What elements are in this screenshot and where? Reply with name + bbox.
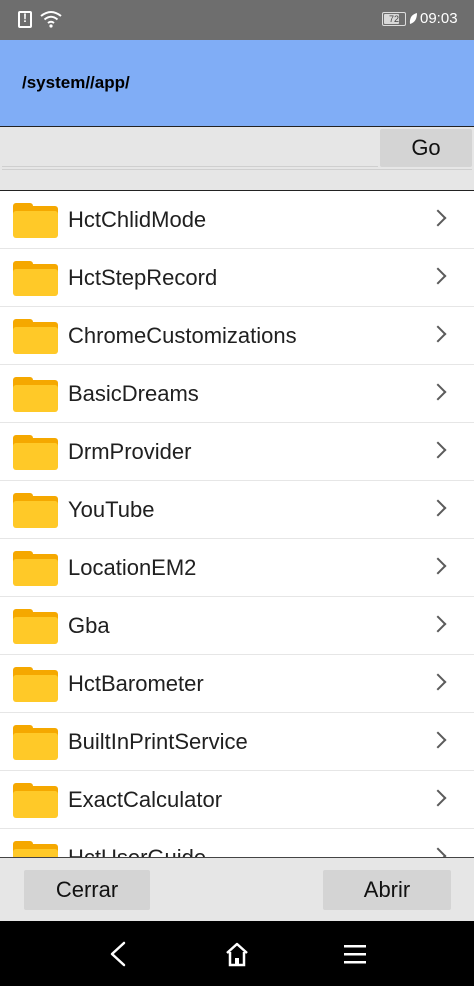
menu-icon[interactable]: [343, 943, 367, 965]
action-bar: Cerrar Abrir: [0, 857, 474, 921]
folder-icon: [13, 203, 58, 238]
list-item[interactable]: YouTube: [0, 481, 474, 539]
sim-alert-icon: [18, 11, 32, 28]
list-item[interactable]: Gba: [0, 597, 474, 655]
list-item[interactable]: BuiltInPrintService: [0, 713, 474, 771]
chevron-right-icon: [429, 673, 447, 691]
list-item[interactable]: ExactCalculator: [0, 771, 474, 829]
chevron-right-icon: [429, 209, 447, 227]
clock: 09:03: [420, 10, 458, 27]
back-icon[interactable]: [106, 941, 130, 967]
open-button[interactable]: Abrir: [323, 870, 451, 910]
close-button[interactable]: Cerrar: [24, 870, 150, 910]
current-path: /system//app/: [22, 73, 130, 92]
list-item[interactable]: HctStepRecord: [0, 249, 474, 307]
folder-icon: [13, 551, 58, 586]
list-item[interactable]: DrmProvider: [0, 423, 474, 481]
wifi-icon: [40, 11, 62, 28]
list-item[interactable]: HctBarometer: [0, 655, 474, 713]
chevron-right-icon: [429, 441, 447, 459]
list-item[interactable]: LocationEM2: [0, 539, 474, 597]
navigation-bar: [0, 921, 474, 986]
list-item-label: DrmProvider: [68, 439, 192, 464]
chevron-right-icon: [429, 557, 447, 575]
folder-icon: [13, 377, 58, 412]
list-item-label: HctChlidMode: [68, 207, 207, 232]
chevron-right-icon: [429, 789, 447, 807]
chevron-right-icon: [429, 615, 447, 633]
list-item-label: YouTube: [68, 497, 155, 522]
list-item-label: HctBarometer: [68, 671, 204, 696]
folder-icon: [13, 493, 58, 528]
folder-icon: [13, 667, 58, 702]
folder-icon: [13, 609, 58, 644]
path-input-area: Go: [0, 126, 474, 191]
home-icon[interactable]: [224, 941, 250, 967]
list-item-label: LocationEM2: [68, 555, 197, 580]
folder-icon: [13, 435, 58, 470]
leaf-icon: [409, 13, 417, 24]
list-item-label: BuiltInPrintService: [68, 729, 248, 754]
list-item[interactable]: BasicDreams: [0, 365, 474, 423]
list-item[interactable]: HctChlidMode: [0, 191, 474, 249]
status-bar: 72 09:03: [0, 0, 474, 40]
chevron-right-icon: [429, 383, 447, 401]
list-item-label: BasicDreams: [68, 381, 199, 406]
folder-icon: [13, 319, 58, 354]
battery-icon: 72: [382, 12, 406, 26]
file-list[interactable]: HctChlidMode HctStepRecord ChromeCustomi…: [0, 191, 474, 857]
chevron-right-icon: [429, 499, 447, 517]
list-item[interactable]: ChromeCustomizations: [0, 307, 474, 365]
folder-icon: [13, 841, 58, 857]
chevron-right-icon: [429, 847, 447, 857]
path-input[interactable]: [2, 129, 378, 167]
input-divider: [2, 169, 472, 189]
folder-icon: [13, 725, 58, 760]
list-item-label: HctStepRecord: [68, 265, 218, 290]
chevron-right-icon: [429, 267, 447, 285]
go-button[interactable]: Go: [380, 129, 472, 167]
list-item-label: ExactCalculator: [68, 787, 223, 812]
chevron-right-icon: [429, 325, 447, 343]
list-item-label: HctUserGuide: [68, 845, 206, 857]
path-header: /system//app/: [0, 40, 474, 126]
battery-level-text: 72: [388, 14, 399, 24]
list-item-label: ChromeCustomizations: [68, 323, 297, 348]
chevron-right-icon: [429, 731, 447, 749]
list-item-label: Gba: [68, 613, 110, 638]
list-item[interactable]: HctUserGuide: [0, 829, 474, 857]
folder-icon: [13, 261, 58, 296]
folder-icon: [13, 783, 58, 818]
